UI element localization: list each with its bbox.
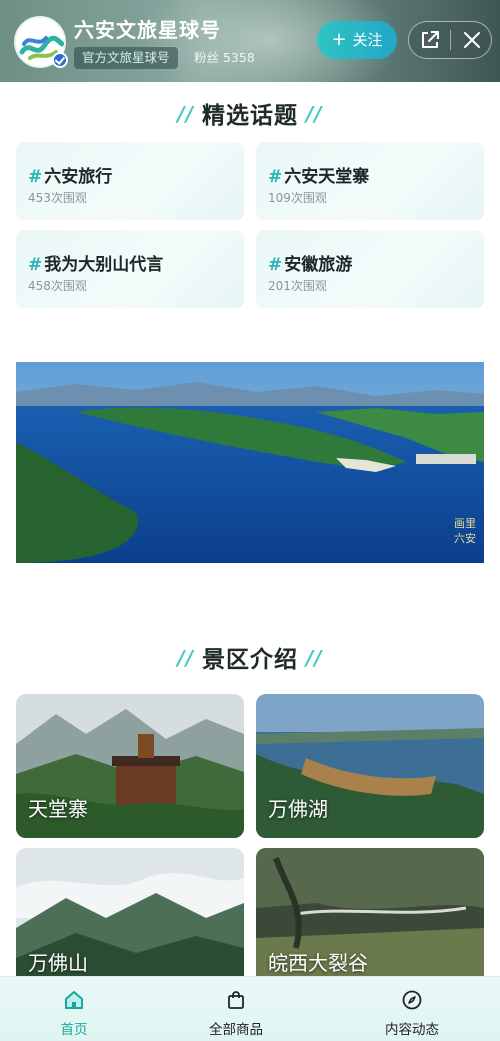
scenic-section-title: // 景区介绍 // [0, 640, 500, 674]
hash-icon: # [268, 167, 283, 187]
nav-label: 全部商品 [209, 1022, 263, 1038]
scenic-label: 皖西大裂谷 [268, 951, 368, 975]
shopping-bag-icon [228, 991, 244, 1009]
hash-icon: # [28, 167, 43, 187]
fans-count: 粉丝 5358 [194, 50, 255, 65]
scenic-label: 万佛湖 [268, 797, 328, 821]
banner-landscape: 画里 六安 [16, 362, 484, 563]
quote-right-icon: // [306, 102, 323, 126]
official-tag: 官方文旅星球号 [74, 47, 178, 69]
topic-card[interactable]: # 我为大别山代言 458次围观 [16, 230, 244, 308]
topics-title-text: 精选话题 [202, 103, 298, 129]
quote-right-icon: // [306, 646, 323, 670]
lake-banner-image[interactable]: 画里 六安 [16, 362, 484, 563]
topics-section-title: // 精选话题 // [0, 96, 500, 130]
close-icon[interactable] [461, 29, 483, 51]
topic-title: # 安徽旅游 [268, 250, 484, 275]
compass-icon [402, 990, 422, 1010]
topic-name: 我为大别山代言 [44, 255, 164, 275]
bottom-nav: 首页 全部商品 内容动态 [0, 976, 500, 1041]
topic-name: 安徽旅游 [284, 255, 353, 275]
follow-label: 关注 [352, 31, 383, 49]
scenic-label: 天堂寨 [28, 797, 88, 821]
share-icon[interactable] [419, 29, 441, 51]
follow-button[interactable]: + 关注 [317, 21, 397, 59]
home-icon [65, 991, 83, 1009]
hash-icon: # [268, 255, 283, 275]
nav-item-content-feed[interactable]: 内容动态 [352, 977, 472, 1041]
topic-title: # 六安旅行 [28, 162, 244, 187]
nav-label: 首页 [60, 1022, 88, 1038]
nav-item-all-products[interactable]: 全部商品 [176, 977, 296, 1041]
account-name: 六安文旅星球号 [74, 18, 221, 42]
scenic-card-wanfoshan[interactable]: 万佛山 [16, 848, 244, 992]
banner-watermark-seal: 画里 [454, 517, 476, 530]
topic-name: 六安天堂寨 [284, 167, 370, 187]
hash-icon: # [28, 255, 43, 275]
scenic-title-text: 景区介绍 [202, 647, 298, 673]
profile-header: 六安文旅星球号 官方文旅星球号 粉丝 5358 + 关注 [0, 0, 500, 82]
topic-views: 109次围观 [268, 191, 327, 205]
pill-divider [450, 30, 451, 50]
topic-card[interactable]: # 安徽旅游 201次围观 [256, 230, 484, 308]
verified-badge-icon [52, 52, 68, 68]
topic-card[interactable]: # 六安天堂寨 109次围观 [256, 142, 484, 220]
topic-card[interactable]: # 六安旅行 453次围观 [16, 142, 244, 220]
scenic-card-tiantangzhai[interactable]: 天堂寨 [16, 694, 244, 838]
topic-views: 201次围观 [268, 279, 327, 293]
quote-left-icon: // [177, 646, 194, 670]
scenic-card-wanxi-canyon[interactable]: 皖西大裂谷 [256, 848, 484, 992]
topic-title: # 我为大别山代言 [28, 250, 244, 275]
topic-views: 453次围观 [28, 191, 87, 205]
topic-name: 六安旅行 [44, 167, 113, 187]
svg-text:六安: 六安 [454, 531, 476, 545]
scenic-card-wanfohu[interactable]: 万佛湖 [256, 694, 484, 838]
quote-left-icon: // [177, 102, 194, 126]
nav-label: 内容动态 [385, 1022, 439, 1038]
topic-views: 458次围观 [28, 279, 87, 293]
nav-item-home[interactable]: 首页 [14, 977, 134, 1041]
scenic-label: 万佛山 [28, 951, 88, 975]
topic-title: # 六安天堂寨 [268, 162, 484, 187]
plus-icon: + [331, 29, 347, 50]
